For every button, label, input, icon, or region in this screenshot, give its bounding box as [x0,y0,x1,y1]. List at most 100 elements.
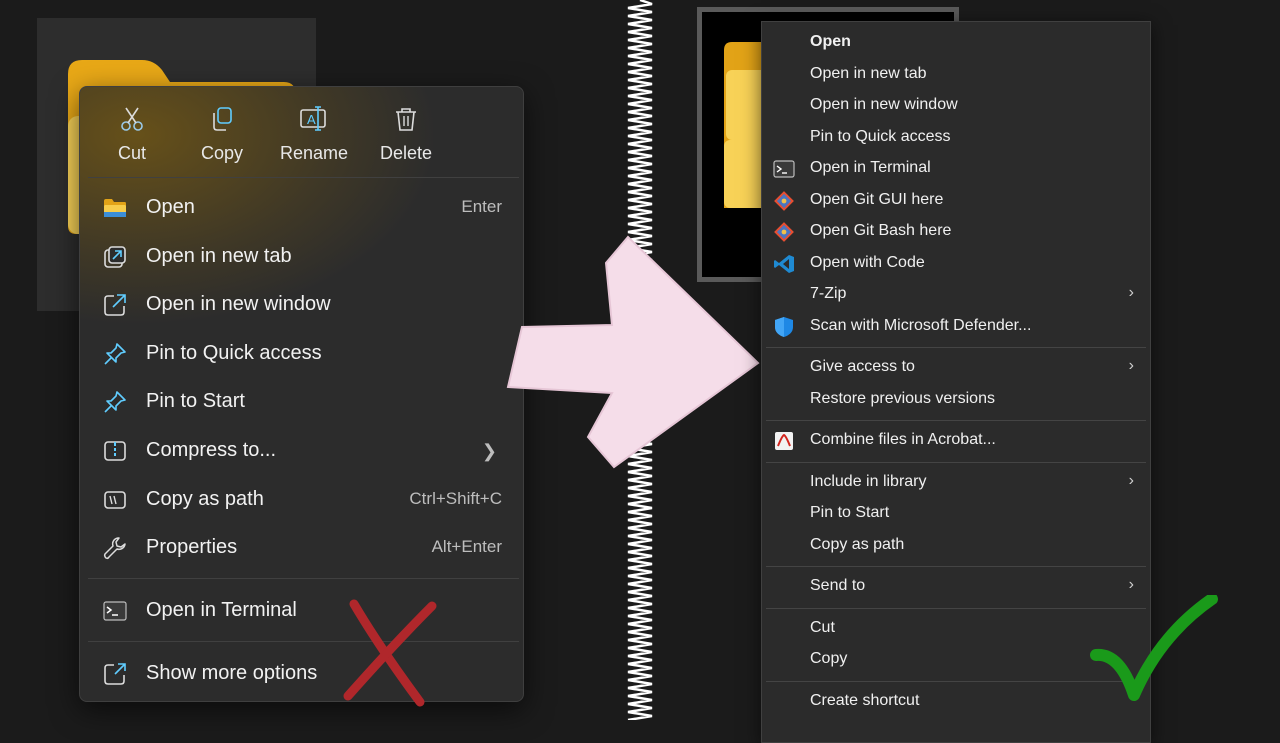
menu-item-combine-files-in-acrobat[interactable]: Combine files in Acrobat... [762,426,1150,456]
menu-item-give-access-to[interactable]: Give access to › [762,353,1150,383]
menu-item-pin-to-quick-access[interactable]: Pin to Quick access [80,330,523,378]
separator [766,566,1146,567]
menu-item-label: Open [146,196,195,218]
delete-label: Delete [379,143,433,163]
menu-item-label: Include in library [810,472,927,490]
menu-item-label: Open [810,33,851,50]
pin-icon [104,343,126,365]
menu-item-pin-to-quick-access[interactable]: Pin to Quick access [762,123,1150,153]
menu-item-open-git-gui-here[interactable]: Open Git GUI here [762,186,1150,216]
separator [88,641,519,642]
menu-item-properties[interactable]: Properties Alt+Enter [80,524,523,572]
green-check-mark [1090,595,1218,701]
menu-item-copy-as-path[interactable]: Copy as path [762,531,1150,561]
copy-label: Copy [200,143,244,163]
more-options-icon [104,663,126,685]
menu-item-show-more-options[interactable]: Show more options [80,650,523,698]
delete-button[interactable]: Delete [361,87,451,177]
menu-item-label: Open Git Bash here [810,222,952,239]
separator [766,461,1146,463]
menu-item-open-with-code[interactable]: Open with Code [762,249,1150,279]
menu-item-label: Open in Terminal [146,599,297,621]
menu-item-open-git-bash-here[interactable]: Open Git Bash here [762,217,1150,247]
menu-item-label: Copy as path [146,488,264,510]
red-cross-mark [343,599,437,707]
menu-item-open-in-terminal[interactable]: Open in Terminal [762,154,1150,184]
separator [88,177,519,178]
separator [766,680,1146,682]
menu-item-label: Pin to Quick access [810,127,951,145]
separator [766,347,1146,348]
windows11-context-menu: Cut Copy A Rename Delete Open Enter Open… [79,86,524,702]
trash-icon [396,108,416,131]
menu-item-open-in-terminal[interactable]: Open in Terminal [80,587,523,635]
acrobat-icon [775,432,793,450]
cut-button[interactable]: Cut [87,87,177,177]
menu-item-label: Pin to Start [810,504,890,521]
chevron-right-icon: › [1128,284,1134,301]
command-bar: Cut Copy A Rename Delete [80,87,523,177]
separator [88,578,519,579]
rename-label: Rename [279,143,349,163]
menu-item-label: Compress to... [146,439,277,461]
git-icon [774,190,794,211]
menu-item-label: Open in new window [810,96,958,113]
menu-item-open-in-new-tab[interactable]: Open in new tab [80,233,523,281]
shortcut-label: Enter [461,197,502,216]
menu-item-label: Pin to Start [146,390,245,412]
menu-item-pin-to-start[interactable]: Pin to Start [80,378,523,426]
menu-item-label: 7-Zip [810,285,847,302]
menu-item-open[interactable]: Open [762,28,1150,58]
menu-item-scan-with-microsoft-defender[interactable]: Scan with Microsoft Defender... [762,312,1150,342]
chevron-right-icon: ❯ [481,441,497,461]
menu-item-open-in-new-tab[interactable]: Open in new tab [762,60,1150,90]
menu-item-label: Create shortcut [810,691,920,709]
chevron-right-icon: › [1128,471,1134,489]
menu-item-open[interactable]: Open Enter [80,184,523,232]
chevron-right-icon: › [1128,576,1134,593]
cut-label: Cut [117,143,146,163]
terminal-icon [103,601,127,621]
vscode-icon [774,254,794,273]
menu-item-include-in-library[interactable]: Include in library › [762,468,1150,498]
menu-item-pin-to-start[interactable]: Pin to Start [762,499,1150,529]
menu-item-copy-as-path[interactable]: Copy as path Ctrl+Shift+C [80,476,523,524]
menu-item-7-zip[interactable]: 7-Zip › [762,280,1150,310]
menu-item-label: Send to [810,577,866,594]
menu-item-label: Copy as path [810,535,905,553]
rename-button[interactable]: A Rename [269,87,359,177]
menu-item-label: Restore previous versions [810,389,995,407]
zip-icon [104,441,126,461]
menu-item-label: Open with Code [810,253,925,271]
separator [766,607,1146,609]
copy-button[interactable]: Copy [177,87,267,177]
menu-item-label: Properties [146,536,238,558]
menu-item-compress-to[interactable]: Compress to... ❯ [80,427,523,475]
svg-text:A: A [307,112,316,127]
git-icon [774,222,794,242]
defender-shield-icon [775,316,793,337]
menu-item-label: Pin to Quick access [146,342,322,364]
menu-item-label: Combine files in Acrobat... [810,431,996,448]
chevron-right-icon: › [1128,357,1134,374]
menu-item-restore-previous-versions[interactable]: Restore previous versions [762,385,1150,415]
rename-icon: A [300,106,326,131]
menu-item-open-in-new-window[interactable]: Open in new window [80,281,523,329]
menu-item-label: Copy [810,650,848,667]
menu-item-open-in-new-window[interactable]: Open in new window [762,91,1150,121]
menu-item-label: Open in Terminal [810,159,931,176]
pin-icon [104,391,126,413]
menu-item-label: Open in new tab [146,245,292,267]
menu-item-label: Open in new window [146,293,331,315]
copy-icon [213,107,232,131]
menu-item-label: Scan with Microsoft Defender... [810,316,1032,334]
menu-item-label: Open in new tab [810,64,927,82]
separator [766,420,1146,421]
terminal-icon [773,160,795,178]
new-window-icon [104,294,126,316]
menu-item-label: Open Git GUI here [810,190,944,208]
menu-item-label: Give access to [810,358,915,375]
shortcut-label: Ctrl+Shift+C [409,489,502,508]
scissors-icon [121,107,143,131]
menu-item-label: Cut [810,618,835,636]
